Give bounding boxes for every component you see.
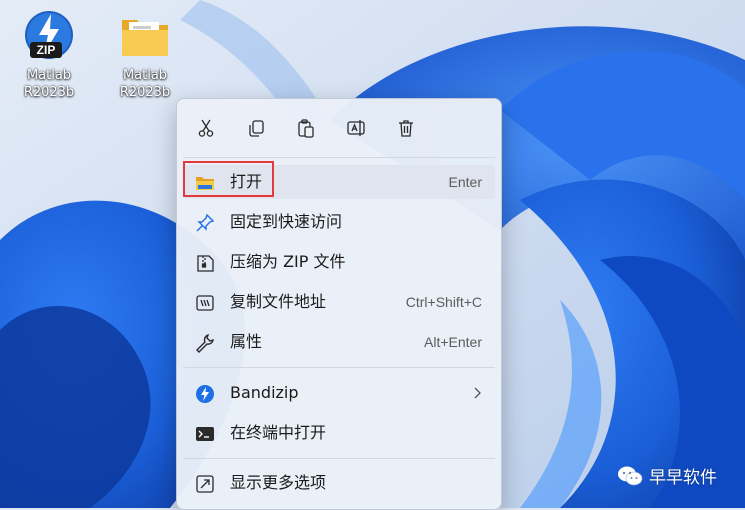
menu-item-label: 显示更多选项 [230,473,327,492]
menu-item-copy-path[interactable]: 复制文件地址 Ctrl+Shift+C [183,285,495,319]
more-options-icon [196,475,214,493]
copy-icon [249,120,264,137]
bandizip-icon [196,385,214,403]
menu-item-properties[interactable]: 属性 Alt+Enter [183,325,495,359]
menu-item-show-more-options[interactable]: 显示更多选项 [183,466,495,500]
folder-icon [122,20,168,56]
desktop-icon-folder[interactable]: Matlab R2023b [110,8,180,101]
desktop-icon-label: Matlab R2023b [119,68,171,100]
cut-icon [198,119,214,137]
terminal-icon [196,427,214,441]
menu-item-shortcut: Alt+Enter [424,334,482,350]
menu-item-label: Bandizip [230,383,299,402]
delete-button[interactable] [391,113,421,143]
menu-item-label: 在终端中打开 [230,423,327,442]
compress-zip-icon [197,255,214,272]
zip-badge-text: ZIP [37,43,56,57]
copy-button[interactable] [241,113,271,143]
menu-item-shortcut: Enter [448,174,482,190]
watermark: 早早软件 [617,463,717,488]
desktop-icon-zip[interactable]: ZIP Matlab R2023b [14,8,84,101]
delete-icon [399,120,413,137]
menu-item-label: 压缩为 ZIP 文件 [230,252,346,271]
copy-path-icon [196,295,214,311]
watermark-text: 早早软件 [649,468,717,488]
menu-item-bandizip[interactable]: Bandizip [183,376,495,410]
menu-item-pin-quick-access[interactable]: 固定到快速访问 [183,205,495,239]
context-menu-toolbar [177,99,501,155]
menu-separator [183,458,495,459]
chevron-right-icon [474,387,481,399]
menu-item-label: 复制文件地址 [230,292,327,311]
menu-item-label: 属性 [230,332,263,351]
menu-item-shortcut: Ctrl+Shift+C [405,294,482,310]
zip-archive-icon: ZIP [25,11,73,59]
pin-icon [196,213,215,232]
menu-item-open-in-terminal[interactable]: 在终端中打开 [183,416,495,450]
rename-icon [347,120,365,136]
wechat-icon [618,466,643,485]
desktop-icon-label: Matlab R2023b [23,68,75,100]
context-menu: 打开 Enter 固定到快速访问 压缩为 ZIP 文件 复制文件地址 Ctrl+… [176,98,502,510]
menu-separator [183,367,495,368]
annotation-highlight-box [183,161,274,197]
menu-item-compress-zip[interactable]: 压缩为 ZIP 文件 [183,245,495,279]
rename-button[interactable] [341,113,371,143]
paste-button[interactable] [291,113,321,143]
cut-button[interactable] [191,113,221,143]
properties-wrench-icon [196,333,214,353]
menu-item-label: 固定到快速访问 [230,212,343,231]
menu-separator [183,157,495,158]
paste-icon [298,119,314,138]
